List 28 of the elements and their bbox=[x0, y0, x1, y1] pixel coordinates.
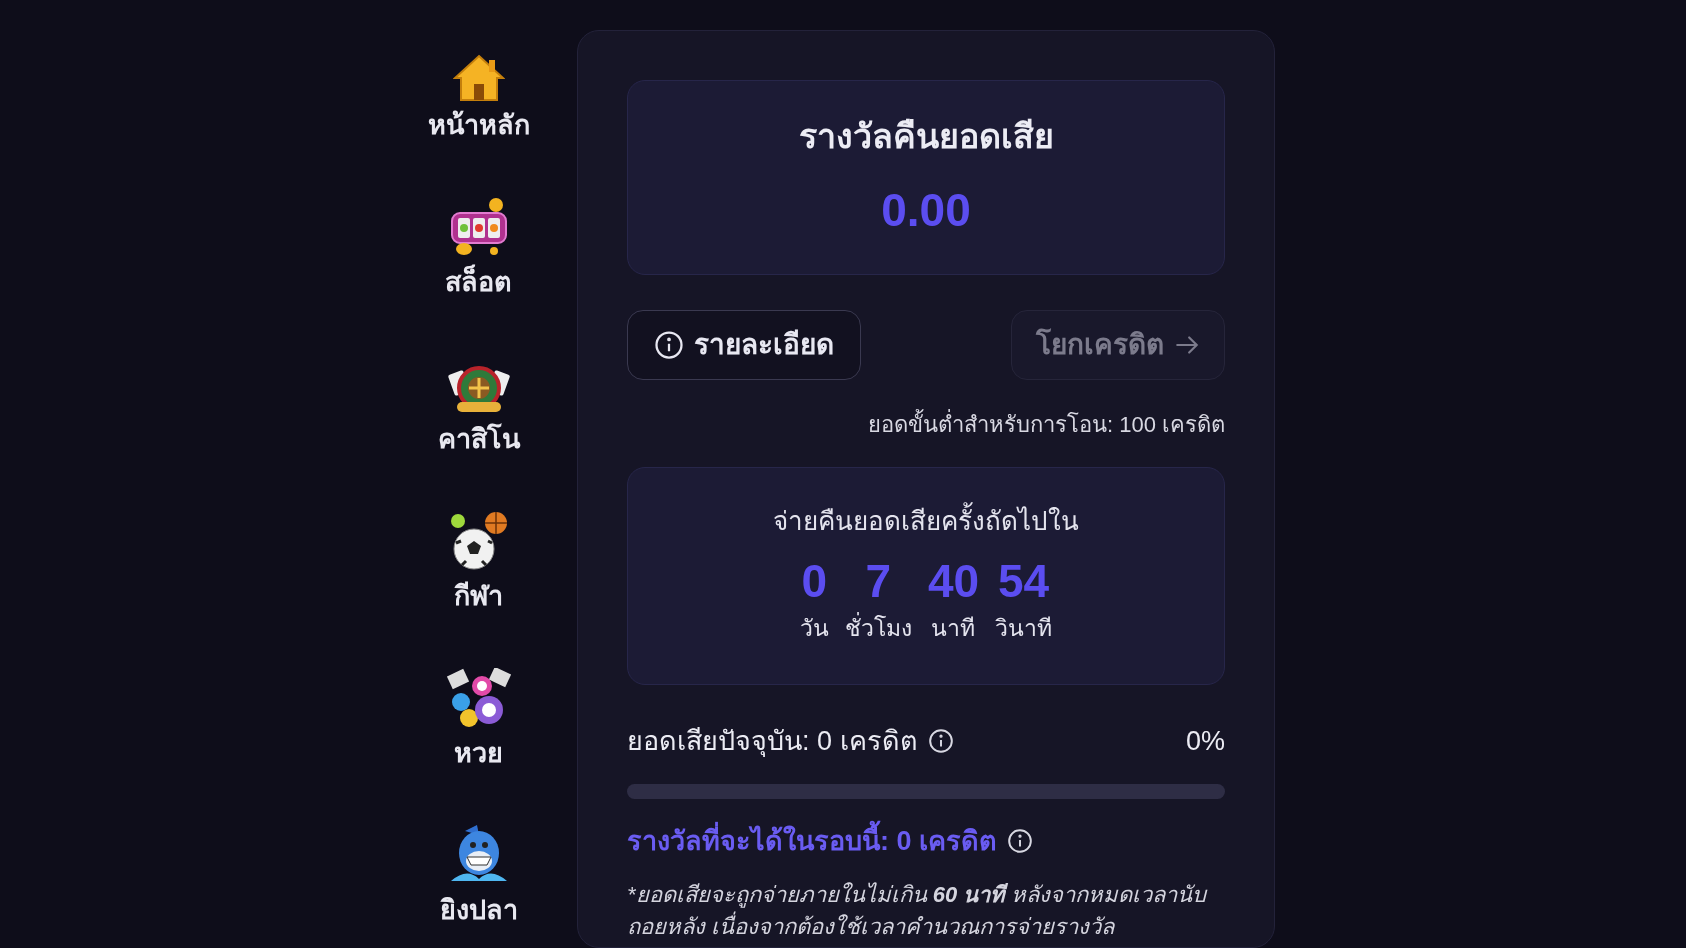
minimum-transfer-note: ยอดขั้นต่ำสำหรับการโอน: 100 เครดิต bbox=[627, 408, 1225, 441]
info-icon bbox=[654, 330, 684, 360]
reward-this-round: รางวัลที่จะได้ในรอบนี้: 0 เครดิต bbox=[627, 820, 998, 861]
footnote: *ยอดเสียจะถูกจ่ายภายในไม่เกิน 60 นาที หลังจากหมดเวลานับถอยหลัง เนื่องจากต้องใช้เวลาคำนวณการจ่ายรางวัล bbox=[627, 881, 1209, 941]
cashback-title: รางวัลคืนยอดเสีย bbox=[798, 115, 1054, 157]
countdown-unit: นาที bbox=[931, 614, 976, 643]
sidebar-item[interactable]: หวย bbox=[434, 662, 523, 771]
info-icon[interactable] bbox=[1007, 827, 1034, 854]
house-icon bbox=[452, 54, 505, 102]
countdown-title: จ่ายคืนยอดเสียครั้งถัดไปใน bbox=[773, 502, 1079, 541]
sidebar-item[interactable]: กีฬา bbox=[435, 505, 522, 614]
sidebar-item[interactable]: คาสิโน bbox=[425, 348, 532, 457]
countdown-value: 7 bbox=[865, 554, 892, 609]
current-loss-label: ยอดเสียปัจจุบัน: 0 เครดิต bbox=[627, 725, 918, 759]
countdown-value: 40 bbox=[927, 554, 980, 609]
info-icon[interactable] bbox=[927, 728, 954, 755]
countdown-value: 0 bbox=[801, 554, 828, 609]
loss-percentage: 0% bbox=[1185, 725, 1225, 758]
countdown-unit: ชั่วโมง bbox=[844, 611, 912, 646]
details-button[interactable]: รายละเอียด bbox=[627, 310, 861, 380]
lottery-balls-icon bbox=[446, 668, 511, 730]
countdown-value: 54 bbox=[998, 554, 1050, 609]
sidebar-item[interactable]: หน้าหลัก bbox=[415, 34, 542, 143]
countdown-unit: วัน bbox=[799, 614, 829, 643]
sidebar-item[interactable]: ยิงปลา bbox=[427, 819, 530, 928]
cashback-amount: 0.00 bbox=[881, 182, 971, 238]
sidebar-item[interactable]: สล็อต bbox=[433, 191, 524, 300]
countdown-unit: วินาที bbox=[995, 614, 1053, 643]
